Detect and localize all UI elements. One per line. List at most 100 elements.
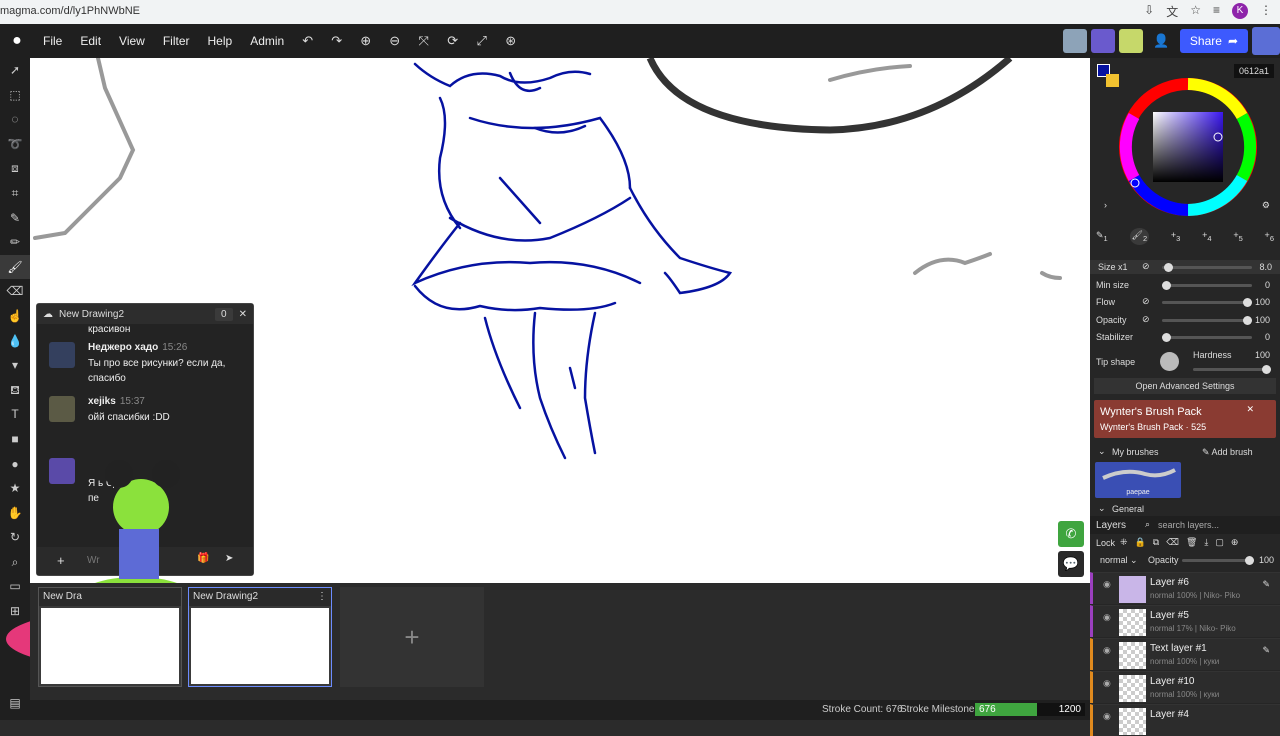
pressure-icon[interactable]: ⊘: [1142, 261, 1150, 272]
stabilizer-slider[interactable]: [1162, 333, 1252, 342]
menu-help[interactable]: Help: [199, 34, 242, 48]
text-icon[interactable]: T: [0, 402, 30, 427]
install-icon[interactable]: ⇩: [1144, 3, 1154, 20]
brush-slot-4[interactable]: +4: [1202, 230, 1211, 243]
flow-slider[interactable]: [1162, 298, 1252, 307]
lasso-icon[interactable]: ➰: [0, 132, 30, 157]
menu-filter[interactable]: Filter: [154, 34, 199, 48]
eyedropper-icon[interactable]: ✎: [0, 206, 30, 231]
brush-slot-1[interactable]: ✎1: [1096, 230, 1108, 243]
brush-slot-6[interactable]: +6: [1265, 230, 1274, 243]
min-size-slider[interactable]: [1162, 281, 1252, 290]
eye-icon[interactable]: ◉: [1103, 579, 1111, 590]
folder-icon[interactable]: ⊕: [1231, 537, 1239, 548]
blur-icon[interactable]: 💧: [0, 329, 30, 354]
size-slider[interactable]: [1162, 263, 1252, 272]
advanced-settings-button[interactable]: Open Advanced Settings: [1094, 378, 1276, 394]
layer-row[interactable]: ◉ Text layer #1 normal 100% | куки ✎: [1090, 638, 1280, 670]
brush-slot-3[interactable]: +3: [1171, 230, 1180, 243]
reset-view-icon[interactable]: ⊛: [496, 33, 525, 49]
layer-opacity-slider[interactable]: [1182, 556, 1254, 565]
pencil-icon[interactable]: ✏: [0, 230, 30, 255]
magma-logo-icon[interactable]: ●: [0, 32, 34, 50]
my-brushes-label[interactable]: My brushes: [1112, 447, 1159, 457]
merge-icon[interactable]: ⤓: [1204, 537, 1208, 548]
rect-select-icon[interactable]: ⬚: [0, 83, 30, 108]
paint-bucket-icon[interactable]: ⛾: [0, 378, 30, 403]
transform-icon[interactable]: ⧈: [0, 156, 30, 181]
chevron-down-icon[interactable]: ⌄: [1098, 503, 1106, 514]
rotate-icon[interactable]: ⟳: [438, 33, 467, 49]
chat-toggle-button[interactable]: 💬: [1058, 551, 1084, 577]
smudge-icon[interactable]: ☝: [0, 304, 30, 329]
general-label[interactable]: General: [1112, 504, 1144, 514]
add-user-icon[interactable]: 👤: [1147, 33, 1176, 49]
layer-row[interactable]: ◉ Layer #4: [1090, 704, 1280, 736]
brush-slot-2[interactable]: 🖌2: [1129, 228, 1150, 245]
eye-icon[interactable]: ◉: [1103, 612, 1111, 623]
user-avatar-1[interactable]: [1062, 29, 1087, 53]
zoom-in-icon[interactable]: ⊕: [351, 33, 380, 49]
settings-toggle-icon[interactable]: ▤: [0, 691, 30, 716]
url-text[interactable]: magma.com/d/ly1PhNWbNE: [0, 5, 140, 17]
star-icon[interactable]: ☆: [1190, 3, 1201, 20]
lock-icon[interactable]: 🔒: [1135, 537, 1146, 548]
new-layer-icon[interactable]: ▢: [1215, 537, 1224, 548]
fill-icon[interactable]: ▾: [0, 353, 30, 378]
translate-icon[interactable]: 文: [1166, 3, 1178, 20]
flow-pressure-icon[interactable]: ⊘: [1142, 296, 1150, 307]
hardness-slider[interactable]: [1193, 365, 1271, 374]
clear-icon[interactable]: ⌫: [1166, 537, 1179, 548]
layer-row[interactable]: ◉ Layer #5 normal 17% | Niko- Piko: [1090, 605, 1280, 637]
playlist-icon[interactable]: ≡: [1213, 3, 1220, 20]
layer-row[interactable]: ◉ Layer #10 normal 100% | куки: [1090, 671, 1280, 703]
color-settings-icon[interactable]: ⚙: [1262, 200, 1270, 211]
fit-icon[interactable]: ⤧: [409, 33, 438, 49]
expand-icon[interactable]: ›: [1104, 200, 1107, 210]
brush-preview-card[interactable]: paepae: [1095, 462, 1181, 498]
crop-icon[interactable]: ⌗: [0, 181, 30, 206]
share-button[interactable]: Share ➦: [1179, 29, 1248, 53]
duplicate-icon[interactable]: ⧉: [1153, 537, 1159, 548]
tip-shape-preview[interactable]: [1160, 352, 1179, 371]
lock-pixels-icon[interactable]: ⁜: [1120, 537, 1128, 548]
thumb-menu-icon[interactable]: ⋮: [317, 591, 327, 603]
profile-avatar[interactable]: K: [1232, 3, 1248, 19]
color-wheel[interactable]: [1117, 76, 1259, 218]
close-icon[interactable]: ✕: [1246, 404, 1254, 415]
zoom-out-icon[interactable]: ⊖: [380, 33, 409, 49]
eye-icon[interactable]: ◉: [1103, 678, 1111, 689]
add-drawing-button[interactable]: +: [340, 587, 484, 687]
user-avatar-3[interactable]: [1118, 29, 1143, 53]
drawing-thumb[interactable]: New Dra: [38, 587, 182, 687]
search-input[interactable]: search layers...: [1158, 520, 1219, 530]
menu-file[interactable]: File: [34, 34, 71, 48]
eraser-icon[interactable]: ⌫: [0, 279, 30, 304]
layer-row[interactable]: ◉ Layer #6 normal 100% | Niko- Piko ✎: [1090, 572, 1280, 604]
menu-view[interactable]: View: [110, 34, 154, 48]
fullscreen-icon[interactable]: ⤢: [467, 33, 496, 49]
call-button[interactable]: ✆: [1058, 521, 1084, 547]
chevron-down-icon[interactable]: ⌄: [1098, 446, 1106, 457]
eye-icon[interactable]: ◉: [1103, 711, 1111, 722]
opacity-pressure-icon[interactable]: ⊘: [1142, 314, 1150, 325]
user-avatar-2[interactable]: [1090, 29, 1115, 53]
add-brush-button[interactable]: ✎ Add brush: [1202, 447, 1253, 458]
close-icon[interactable]: ✕: [239, 309, 247, 320]
circle-select-icon[interactable]: ◌: [0, 107, 30, 132]
brush-icon[interactable]: 🖌: [0, 254, 30, 280]
own-avatar[interactable]: [1252, 27, 1280, 55]
drawing-thumb[interactable]: New Drawing2 ⋮: [188, 587, 332, 687]
delete-icon[interactable]: 🗑: [1186, 537, 1197, 548]
menu-edit[interactable]: Edit: [71, 34, 110, 48]
redo-icon[interactable]: ↷: [322, 33, 351, 49]
more-icon[interactable]: ⋮: [1260, 3, 1272, 20]
menu-admin[interactable]: Admin: [241, 34, 293, 48]
brush-pack-banner[interactable]: Wynter's Brush Pack Wynter's Brush Pack …: [1094, 400, 1276, 438]
move-tool-icon[interactable]: ➚: [0, 58, 30, 83]
opacity-slider[interactable]: [1162, 316, 1252, 325]
blend-mode-select[interactable]: normal ⌄: [1100, 555, 1138, 566]
eye-icon[interactable]: ◉: [1103, 645, 1111, 656]
undo-icon[interactable]: ↶: [293, 33, 322, 49]
brush-slot-5[interactable]: +5: [1233, 230, 1242, 243]
